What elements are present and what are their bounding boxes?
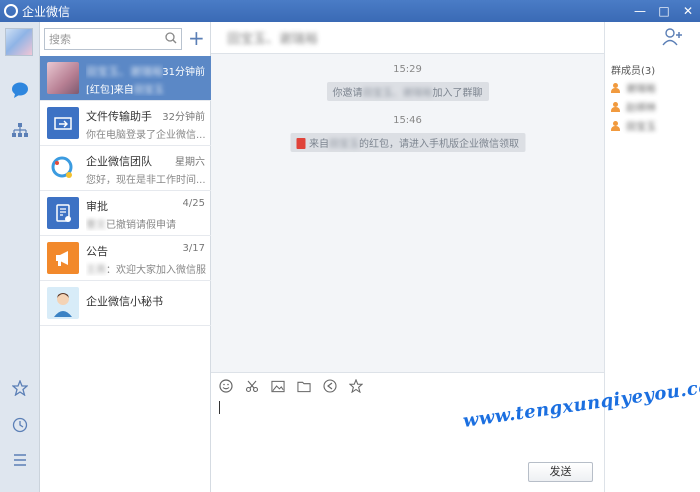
app-logo-icon (4, 4, 18, 18)
conversation-item[interactable]: 田宝玉、谢瑞裕 31分钟前 [红包]来自田宝玉 (40, 56, 211, 101)
left-nav (0, 22, 40, 492)
search-icon (165, 32, 177, 44)
timestamp: 15:46 (393, 115, 422, 126)
close-button[interactable]: ✕ (682, 2, 694, 20)
members-panel: 群成员(3) 谢瑞裕 赵绑林 田宝玉 (604, 22, 700, 492)
wecom-team-icon (47, 152, 79, 184)
conversation-time: 3/17 (182, 243, 205, 254)
scissors-icon[interactable] (245, 379, 259, 393)
chat-header: 田宝玉、谢瑞裕 (211, 22, 604, 54)
secretary-avatar (47, 287, 79, 319)
history-icon[interactable] (323, 379, 337, 393)
conversation-item[interactable]: 公告 3/17 王燕：欢迎大家加入微信服... (40, 236, 211, 281)
add-member-icon[interactable] (662, 28, 684, 46)
folder-icon[interactable] (297, 379, 311, 393)
emoji-icon[interactable] (219, 379, 233, 393)
chat-icon[interactable] (10, 80, 30, 100)
person-icon (611, 101, 620, 112)
send-button[interactable]: 发送 (528, 462, 593, 482)
conversation-preview: [红包]来自田宝玉 (86, 85, 164, 96)
minimize-button[interactable]: — (634, 2, 646, 20)
contacts-org-icon[interactable] (10, 120, 30, 140)
input-toolbar (219, 379, 363, 393)
conversation-time: 32分钟前 (162, 112, 205, 123)
system-message: 你邀请田宝玉、谢瑞裕加入了群聊 (326, 82, 489, 101)
menu-icon[interactable] (10, 450, 30, 470)
user-avatar[interactable] (5, 28, 33, 56)
text-cursor (219, 401, 220, 414)
conversation-preview: 您好，现在是非工作时间... (86, 175, 206, 186)
conversation-name: 文件传输助手 (86, 110, 152, 123)
red-packet-icon (296, 138, 305, 149)
conversation-preview: 王燕：欢迎大家加入微信服... (86, 265, 206, 276)
window-controls: — □ ✕ (634, 2, 694, 20)
image-icon[interactable] (271, 379, 285, 393)
chat-title: 田宝玉、谢瑞裕 (227, 32, 319, 47)
member-item[interactable]: 田宝玉 (611, 118, 656, 133)
conversation-name: 田宝玉、谢瑞裕 (86, 65, 163, 78)
conversation-item[interactable]: 文件传输助手 32分钟前 你在电脑登录了企业微信... (40, 101, 211, 146)
input-area[interactable]: 发送 (211, 372, 604, 492)
conversation-item[interactable]: 企业微信团队 星期六 您好，现在是非工作时间... (40, 146, 211, 191)
member-item[interactable]: 赵绑林 (611, 99, 656, 114)
file-transfer-icon (47, 107, 79, 139)
approval-icon (47, 197, 79, 229)
conversation-name: 企业微信小秘书 (86, 295, 163, 308)
maximize-button[interactable]: □ (658, 2, 670, 20)
person-icon (611, 120, 620, 131)
conversation-preview: 你在电脑登录了企业微信... (86, 130, 206, 141)
clock-icon[interactable] (10, 415, 30, 435)
chat-panel: 田宝玉、谢瑞裕 15:29 你邀请田宝玉、谢瑞裕加入了群聊 15:46 来自田宝… (211, 22, 604, 492)
conversation-list: 搜索 + 田宝玉、谢瑞裕 31分钟前 [红包]来自田宝玉 文件传输助手 32分钟… (40, 22, 211, 492)
conversation-name: 审批 (86, 200, 108, 213)
group-avatar (47, 62, 79, 94)
conversation-time: 31分钟前 (162, 67, 205, 78)
system-message: 来自田宝玉的红包，请进入手机版企业微信领取 (290, 133, 525, 152)
conversation-item[interactable]: 企业微信小秘书 (40, 281, 211, 326)
conversation-preview: 曹文已撤销请假申请 (86, 220, 176, 231)
conversation-time: 星期六 (175, 157, 205, 168)
members-title: 群成员(3) (611, 66, 656, 77)
search-placeholder: 搜索 (49, 33, 71, 46)
conversation-name: 企业微信团队 (86, 155, 152, 168)
search-input[interactable]: 搜索 (44, 28, 182, 50)
message-area: 15:29 你邀请田宝玉、谢瑞裕加入了群聊 15:46 来自田宝玉的红包，请进入… (211, 54, 604, 372)
timestamp: 15:29 (393, 64, 422, 75)
announcement-icon (47, 242, 79, 274)
title-bar: 企业微信 — □ ✕ (0, 0, 700, 22)
favorite-icon[interactable] (349, 379, 363, 393)
conversation-name: 公告 (86, 245, 108, 258)
member-item[interactable]: 谢瑞裕 (611, 80, 656, 95)
star-icon[interactable] (10, 378, 30, 398)
conversation-time: 4/25 (182, 198, 205, 209)
window-title: 企业微信 (22, 4, 71, 19)
conversation-item[interactable]: 审批 4/25 曹文已撤销请假申请 (40, 191, 211, 236)
person-icon (611, 82, 620, 93)
add-icon[interactable]: + (188, 28, 205, 48)
